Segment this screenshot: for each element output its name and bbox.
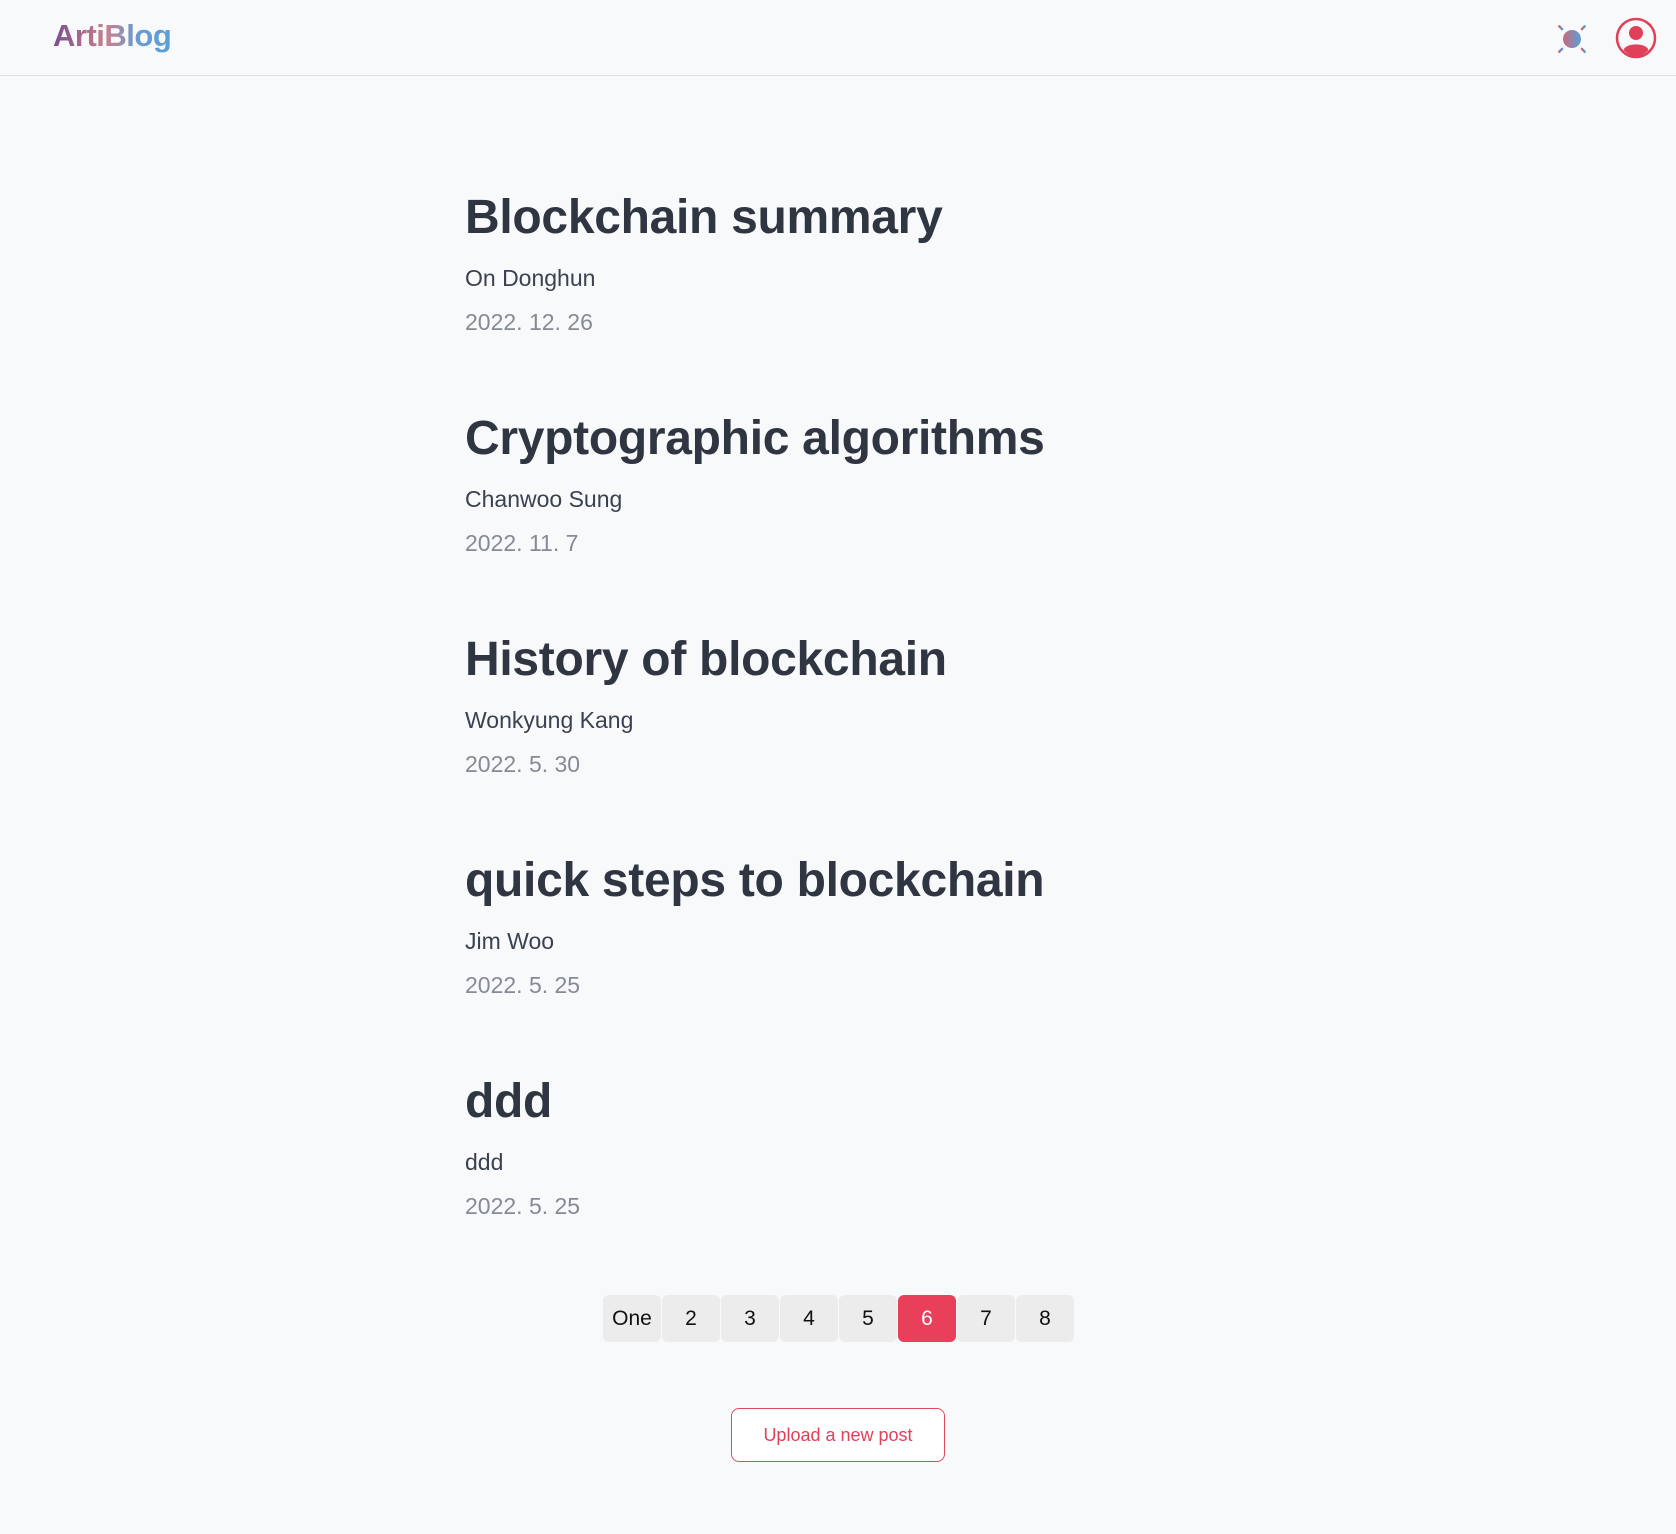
- post-date: 2022. 5. 30: [465, 751, 581, 777]
- page-button-3[interactable]: 3: [721, 1295, 779, 1342]
- post-author: Wonkyung Kang: [465, 707, 634, 733]
- page-button-6-current[interactable]: 6: [898, 1295, 956, 1342]
- post-author: ddd: [465, 1149, 504, 1175]
- post-item[interactable]: quick steps to blockchain Jim Woo 2022. …: [465, 853, 1225, 1074]
- pagination: One 2 3 4 5 6 7 8: [603, 1295, 1074, 1342]
- post-item[interactable]: History of blockchain Wonkyung Kang 2022…: [465, 632, 1225, 853]
- upload-post-button[interactable]: Upload a new post: [731, 1408, 945, 1462]
- post-list: Blockchain summary On Donghun 2022. 12. …: [465, 190, 1225, 1295]
- page-button-7[interactable]: 7: [957, 1295, 1015, 1342]
- user-circle-icon: [1615, 17, 1657, 59]
- page-button-5[interactable]: 5: [839, 1295, 897, 1342]
- top-navbar: ArtiBlog: [0, 0, 1676, 76]
- post-title[interactable]: History of blockchain: [465, 632, 1225, 688]
- post-title[interactable]: ddd: [465, 1074, 1225, 1130]
- post-author: Chanwoo Sung: [465, 486, 623, 512]
- post-title[interactable]: quick steps to blockchain: [465, 853, 1225, 909]
- post-author: Jim Woo: [465, 928, 555, 954]
- post-author: On Donghun: [465, 265, 596, 291]
- sun-icon: [1552, 19, 1592, 59]
- theme-toggle-button[interactable]: [1552, 19, 1592, 59]
- post-title[interactable]: Blockchain summary: [465, 190, 1225, 246]
- post-title[interactable]: Cryptographic algorithms: [465, 411, 1225, 467]
- page-button-2[interactable]: 2: [662, 1295, 720, 1342]
- post-date: 2022. 12. 26: [465, 309, 593, 335]
- post-item[interactable]: Cryptographic algorithms Chanwoo Sung 20…: [465, 411, 1225, 632]
- page-button-8[interactable]: 8: [1016, 1295, 1074, 1342]
- post-item[interactable]: ddd ddd 2022. 5. 25: [465, 1074, 1225, 1295]
- post-date: 2022. 5. 25: [465, 1193, 581, 1219]
- site-logo[interactable]: ArtiBlog: [53, 18, 172, 54]
- profile-button[interactable]: [1615, 17, 1657, 59]
- post-item[interactable]: Blockchain summary On Donghun 2022. 12. …: [465, 190, 1225, 411]
- post-date: 2022. 5. 25: [465, 972, 581, 998]
- post-date: 2022. 11. 7: [465, 530, 579, 556]
- page-button-4[interactable]: 4: [780, 1295, 838, 1342]
- page-button-1[interactable]: One: [603, 1295, 661, 1342]
